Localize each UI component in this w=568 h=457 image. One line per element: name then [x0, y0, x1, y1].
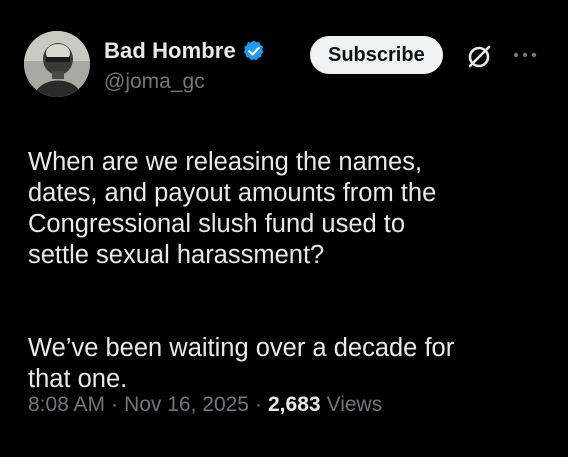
more-horizontal-icon[interactable]: [509, 40, 541, 70]
avatar[interactable]: [24, 31, 90, 97]
meta-separator: ·: [255, 393, 262, 416]
author-handle[interactable]: @joma_gc: [104, 70, 266, 94]
slashed-circle-icon[interactable]: [465, 43, 493, 71]
tweet-card: Bad Hombre @joma_gc Subscribe When are w…: [0, 0, 568, 445]
views-label[interactable]: Views: [327, 393, 383, 417]
tweet-paragraph-1: When are we releasing the names, dates, …: [28, 148, 437, 269]
tweet-date[interactable]: Nov 16, 2025: [124, 393, 249, 417]
display-name-row: Bad Hombre: [104, 36, 266, 66]
tweet-paragraph-2: We’ve been waiting over a decade for tha…: [28, 334, 455, 393]
meta-separator: ·: [111, 393, 119, 416]
tweet-time[interactable]: 8:08 AM: [28, 393, 105, 417]
verified-badge-icon[interactable]: [242, 39, 266, 63]
display-name[interactable]: Bad Hombre: [104, 38, 236, 64]
subscribe-button[interactable]: Subscribe: [310, 36, 443, 74]
tweet-meta: 8:08 AM · Nov 16, 2025 · 2,683 Views: [28, 393, 382, 417]
views-count[interactable]: 2,683: [268, 393, 321, 417]
tweet-header: Bad Hombre @joma_gc Subscribe: [24, 28, 554, 98]
author-names: Bad Hombre @joma_gc: [104, 36, 266, 94]
